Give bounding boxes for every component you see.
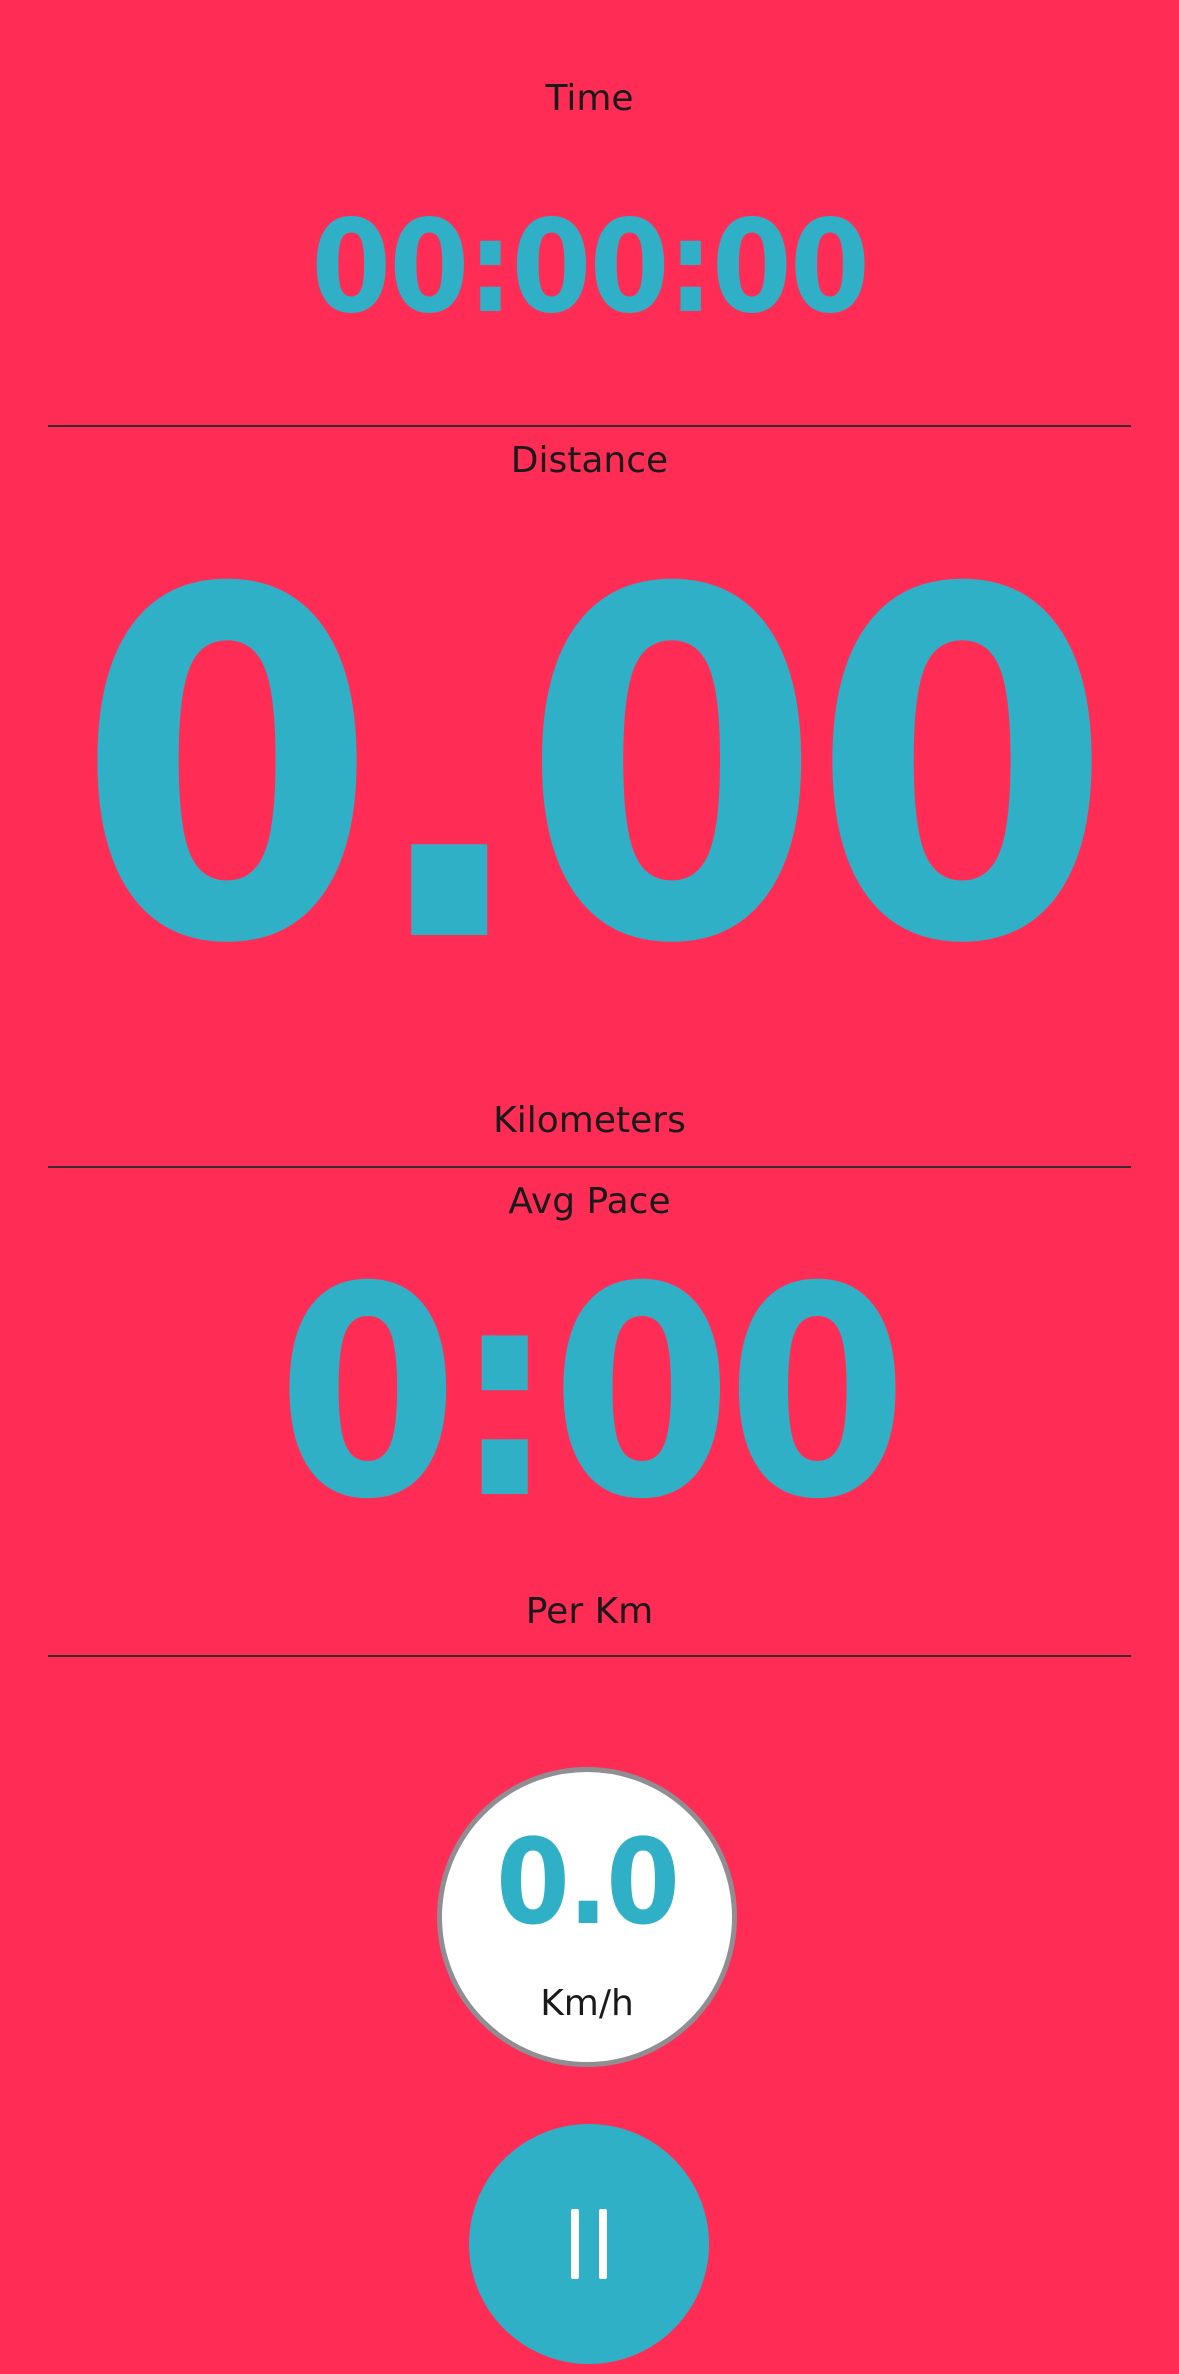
distance-label: Distance <box>510 440 669 481</box>
divider-pace <box>48 1655 1131 1657</box>
divider-distance <box>48 1166 1131 1168</box>
time-value: 00:00:00 <box>311 193 870 342</box>
pace-label: Avg Pace <box>508 1181 671 1222</box>
pause-icon-bar-right <box>599 2209 607 2279</box>
divider-time <box>48 425 1131 427</box>
pause-button[interactable] <box>469 2124 709 2364</box>
speed-gauge: 0.0 Km/h <box>437 1767 737 2067</box>
speed-value: 0.0 <box>495 1813 680 1951</box>
distance-value: 0.00 <box>76 490 1112 1049</box>
pace-value: 0:00 <box>277 1226 908 1563</box>
distance-unit: Kilometers <box>493 1100 686 1141</box>
speed-unit: Km/h <box>540 1983 634 2024</box>
time-label: Time <box>545 78 634 119</box>
pause-icon-bar-left <box>571 2209 579 2279</box>
pace-unit: Per Km <box>525 1591 654 1632</box>
